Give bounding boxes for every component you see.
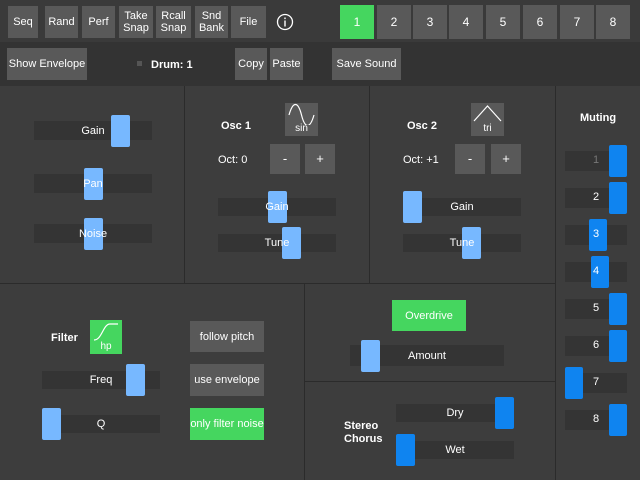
drum-tab-2[interactable]: 2 — [377, 5, 411, 39]
mute-slider-label: 8 — [593, 413, 600, 425]
mute-slider-label: 4 — [593, 265, 600, 277]
drum-tab-7[interactable]: 7 — [560, 5, 594, 39]
muting-title: Muting — [580, 112, 617, 124]
sound-bank-button[interactable]: Snd Bank — [195, 6, 228, 38]
overdrive-button[interactable]: Overdrive — [392, 300, 466, 331]
osc2-octave-up-button[interactable]: + — [491, 144, 521, 174]
osc2-octave-down-button[interactable]: - — [455, 144, 485, 174]
osc2-tune-slider[interactable]: Tune — [403, 227, 521, 259]
osc2-title: Osc 2 — [407, 120, 437, 132]
follow-pitch-button[interactable]: follow pitch — [190, 321, 264, 352]
mute-slider-7[interactable]: 7 — [565, 367, 627, 399]
divider — [555, 86, 556, 480]
mute-slider-label: 3 — [593, 228, 600, 240]
file-button[interactable]: File — [231, 6, 266, 38]
sine-wave-icon — [288, 103, 315, 125]
sound-bar — [0, 42, 640, 86]
osc1-octave-up-button[interactable]: + — [305, 144, 335, 174]
mute-slider-label: 2 — [593, 191, 600, 203]
drum-tab-5[interactable]: 5 — [486, 5, 520, 39]
filter-freq-thumb[interactable] — [126, 364, 145, 396]
osc1-gain-thumb[interactable] — [268, 191, 287, 223]
chorus-dry-thumb[interactable] — [495, 397, 514, 429]
pan-slider[interactable]: Pan — [34, 168, 152, 200]
osc2-gain-slider[interactable]: Gain — [403, 191, 521, 223]
osc1-gain-slider[interactable]: Gain — [218, 191, 336, 223]
pan-slider-thumb[interactable] — [84, 168, 103, 200]
triangle-wave-icon — [473, 105, 502, 122]
drum-tab-6[interactable]: 6 — [523, 5, 557, 39]
mute-slider-thumb[interactable] — [609, 182, 627, 214]
divider — [0, 283, 555, 284]
chorus-title: Stereo Chorus — [344, 420, 383, 445]
rand-button[interactable]: Rand — [45, 6, 78, 38]
filter-type-button[interactable]: hp — [90, 320, 122, 354]
osc1-title: Osc 1 — [221, 120, 251, 132]
noise-slider-thumb[interactable] — [84, 218, 103, 250]
osc1-tune-thumb[interactable] — [282, 227, 301, 259]
use-envelope-button[interactable]: use envelope — [190, 364, 264, 396]
noise-slider[interactable]: Noise — [34, 218, 152, 250]
divider — [184, 86, 185, 283]
gain-slider-thumb[interactable] — [111, 115, 130, 147]
drum-tab-4[interactable]: 4 — [449, 5, 483, 39]
mute-slider-thumb[interactable] — [609, 404, 627, 436]
osc1-tune-label: Tune — [264, 237, 290, 249]
mute-slider-8[interactable]: 8 — [565, 404, 627, 436]
recall-snap-button[interactable]: Rcall Snap — [156, 6, 191, 38]
mute-slider-6[interactable]: 6 — [565, 330, 627, 362]
show-envelope-button[interactable]: Show Envelope — [7, 48, 87, 80]
filter-type-label: hp — [100, 341, 112, 352]
mute-slider-3[interactable]: 3 — [565, 219, 627, 251]
chorus-dry-slider[interactable]: Dry — [396, 397, 514, 429]
filter-q-slider[interactable]: Q — [42, 408, 160, 440]
mute-slider-label: 7 — [593, 376, 600, 388]
mute-slider-1[interactable]: 1 — [565, 145, 627, 177]
divider — [369, 86, 370, 283]
osc2-gain-thumb[interactable] — [403, 191, 422, 223]
info-icon[interactable] — [276, 13, 294, 31]
chorus-wet-slider[interactable]: Wet — [396, 434, 514, 466]
copy-button[interactable]: Copy — [235, 48, 267, 80]
mute-slider-label: 5 — [593, 302, 600, 314]
filter-title: Filter — [51, 332, 78, 344]
drum-tab-3[interactable]: 3 — [413, 5, 447, 39]
osc1-tune-slider[interactable]: Tune — [218, 227, 336, 259]
drum-label: Drum: 1 — [151, 59, 193, 71]
osc2-octave-label: Oct: +1 — [403, 154, 439, 166]
mute-slider-2[interactable]: 2 — [565, 182, 627, 214]
osc1-wave-button[interactable]: sin — [285, 103, 318, 136]
mute-slider-thumb[interactable] — [565, 367, 583, 399]
highpass-filter-icon — [93, 323, 118, 341]
save-sound-button[interactable]: Save Sound — [332, 48, 401, 80]
overdrive-amount-thumb[interactable] — [361, 340, 380, 372]
mute-slider-thumb[interactable] — [609, 293, 627, 325]
filter-freq-slider[interactable]: Freq — [42, 364, 160, 396]
osc1-octave-label: Oct: 0 — [218, 154, 248, 166]
osc1-octave-down-button[interactable]: - — [270, 144, 300, 174]
mute-slider-label: 6 — [593, 339, 600, 351]
divider — [304, 381, 555, 382]
osc2-wave-button[interactable]: tri — [471, 103, 504, 136]
drum-tab-8[interactable]: 8 — [596, 5, 630, 39]
osc2-tune-thumb[interactable] — [462, 227, 481, 259]
mute-slider-5[interactable]: 5 — [565, 293, 627, 325]
only-filter-noise-button[interactable]: only filter noise — [190, 408, 264, 440]
overdrive-amount-slider[interactable]: Amount — [350, 340, 504, 372]
gain-slider[interactable]: Gain — [34, 115, 152, 147]
drum-tab-1[interactable]: 1 — [340, 5, 374, 39]
mute-slider-thumb[interactable] — [609, 145, 627, 177]
gain-slider-label: Gain — [81, 124, 105, 137]
take-snap-button[interactable]: Take Snap — [119, 6, 153, 38]
mute-slider-thumb[interactable] — [609, 330, 627, 362]
mute-slider-label: 1 — [593, 154, 600, 166]
mute-slider-4[interactable]: 4 — [565, 256, 627, 288]
chorus-wet-thumb[interactable] — [396, 434, 415, 466]
filter-q-thumb[interactable] — [42, 408, 61, 440]
seq-button[interactable]: Seq — [8, 6, 38, 38]
drum-indicator-dot — [137, 61, 142, 66]
paste-button[interactable]: Paste — [270, 48, 303, 80]
perf-button[interactable]: Perf — [82, 6, 115, 38]
